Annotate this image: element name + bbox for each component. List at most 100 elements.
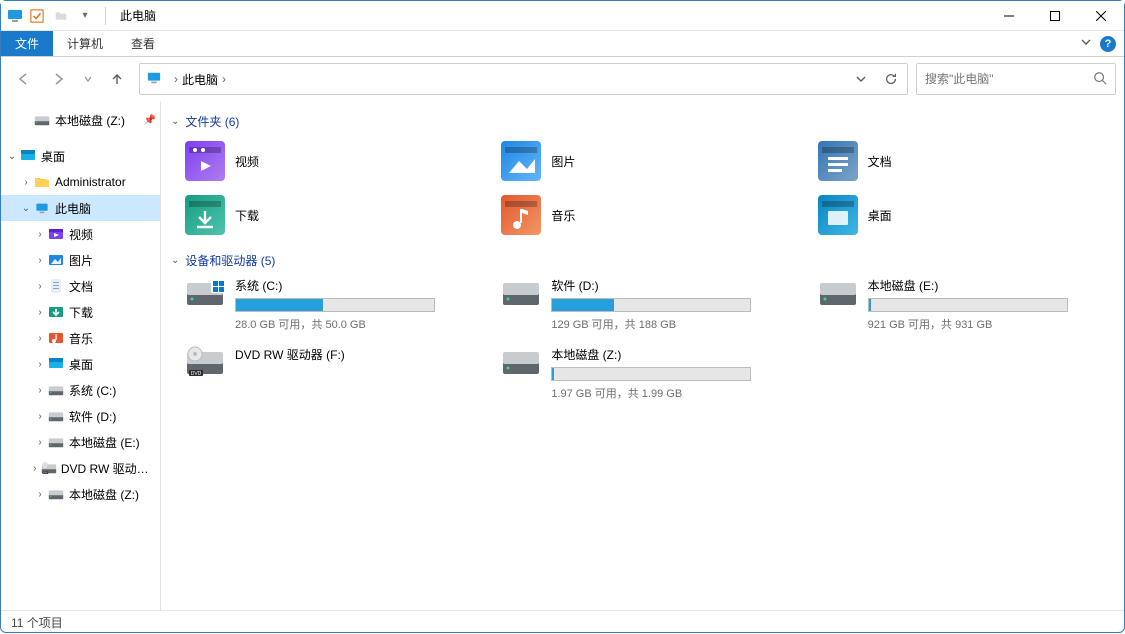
tree-item[interactable]: ⌄桌面 — [1, 143, 160, 169]
disk-icon — [47, 486, 65, 502]
refresh-button[interactable] — [879, 67, 903, 91]
folder-label: 图片 — [551, 153, 575, 170]
group-header-drives[interactable]: ⌄ 设备和驱动器 (5) — [171, 252, 1114, 269]
qat-chevron-icon[interactable]: ▾ — [75, 6, 95, 26]
tree-item[interactable]: › Administrator — [1, 169, 160, 195]
tree-item-label: 本地磁盘 (E:) — [69, 434, 140, 451]
help-icon[interactable]: ? — [1100, 36, 1116, 52]
history-chevron-icon[interactable] — [849, 67, 873, 91]
group-header-label: 文件夹 (6) — [185, 113, 239, 130]
folder-item[interactable]: 音乐 — [501, 192, 797, 238]
chevron-icon[interactable]: › — [33, 489, 47, 500]
drive-capacity-text: 1.97 GB 可用，共 1.99 GB — [551, 385, 797, 401]
drive-item[interactable]: 软件 (D:)129 GB 可用，共 188 GB — [501, 277, 797, 332]
drive-grid: 系统 (C:)28.0 GB 可用，共 50.0 GB 软件 (D:)129 GB… — [185, 277, 1114, 401]
window-controls — [986, 1, 1124, 31]
chevron-icon[interactable]: › — [33, 255, 47, 266]
recent-locations-button[interactable] — [81, 65, 95, 93]
drive-item[interactable]: 本地磁盘 (Z:)1.97 GB 可用，共 1.99 GB — [501, 346, 797, 401]
tree-item[interactable]: 本地磁盘 (Z:) 📌 — [1, 107, 160, 133]
disk-icon — [501, 277, 541, 309]
chevron-icon[interactable]: › — [33, 385, 47, 396]
chevron-icon[interactable]: › — [33, 333, 47, 344]
pc-icon — [144, 71, 164, 87]
disk-icon — [47, 408, 65, 424]
tree-item[interactable]: ›文档 — [1, 273, 160, 299]
chevron-icon[interactable]: ⌄ — [19, 203, 33, 214]
tree-item[interactable]: ⌄ 此电脑 — [1, 195, 160, 221]
separator — [105, 7, 106, 25]
chevron-icon[interactable]: › — [33, 437, 47, 448]
tree-item-label: Administrator — [55, 175, 126, 189]
capacity-bar — [551, 367, 751, 381]
chevron-icon[interactable]: › — [19, 177, 33, 188]
chevron-icon[interactable]: › — [29, 463, 41, 474]
back-button[interactable] — [9, 65, 37, 93]
downloads-icon — [185, 195, 225, 235]
forward-button[interactable] — [45, 65, 73, 93]
search-box[interactable] — [916, 63, 1116, 95]
tree-item[interactable]: ›下载 — [1, 299, 160, 325]
desktop-icon — [818, 195, 858, 235]
drive-item[interactable]: 本地磁盘 (E:)921 GB 可用，共 931 GB — [818, 277, 1114, 332]
chevron-down-icon[interactable]: ⌄ — [171, 255, 179, 266]
folder-item[interactable]: 桌面 — [818, 192, 1114, 238]
chevron-icon[interactable]: › — [33, 281, 47, 292]
pin-icon: 📌 — [144, 115, 156, 126]
drive-item[interactable]: DVDDVD RW 驱动器 (F:) — [185, 346, 481, 401]
address-bar[interactable]: › 此电脑 › — [139, 63, 908, 95]
disk-icon — [818, 277, 858, 309]
tree-item[interactable]: ›图片 — [1, 247, 160, 273]
tree-item[interactable]: ›视频 — [1, 221, 160, 247]
close-button[interactable] — [1078, 1, 1124, 31]
disk-icon — [47, 382, 65, 398]
folder-grid: 视频 图片 文档下载音乐 桌面 — [185, 138, 1114, 238]
videos-icon — [185, 141, 225, 181]
up-button[interactable] — [103, 65, 131, 93]
tab-view[interactable]: 查看 — [117, 31, 169, 56]
minimize-button[interactable] — [986, 1, 1032, 31]
tree-item[interactable]: ›软件 (D:) — [1, 403, 160, 429]
folder-item[interactable]: 文档 — [818, 138, 1114, 184]
tree-item[interactable]: ›桌面 — [1, 351, 160, 377]
chevron-icon[interactable]: › — [33, 229, 47, 240]
folder-icon[interactable] — [51, 6, 71, 26]
tree-item[interactable]: ›本地磁盘 (Z:) — [1, 481, 160, 507]
tab-computer[interactable]: 计算机 — [53, 31, 117, 56]
navigation-pane[interactable]: 本地磁盘 (Z:) 📌 ⌄桌面 › Administrator ⌄ 此电脑 ›视频›图片›文档… — [1, 101, 161, 610]
tree-item-label: 本地磁盘 (Z:) — [55, 112, 125, 129]
group-header-folders[interactable]: ⌄ 文件夹 (6) — [171, 113, 1114, 130]
disk-icon — [33, 112, 51, 128]
documents-icon — [47, 278, 65, 294]
maximize-button[interactable] — [1032, 1, 1078, 31]
tree-item[interactable]: › 音乐 — [1, 325, 160, 351]
chevron-icon[interactable]: › — [33, 359, 47, 370]
quick-access-save-icon[interactable] — [27, 6, 47, 26]
svg-text:DVD: DVD — [191, 371, 202, 377]
tree-item-label: 此电脑 — [55, 200, 91, 217]
folder-item[interactable]: 图片 — [501, 138, 797, 184]
search-icon[interactable] — [1093, 71, 1107, 88]
ribbon: 文件 计算机 查看 ? — [1, 31, 1124, 57]
chevron-icon[interactable]: › — [33, 307, 47, 318]
search-input[interactable] — [925, 72, 1093, 86]
tree-item-label: 音乐 — [69, 330, 93, 347]
chevron-right-icon[interactable]: › — [174, 72, 178, 86]
tree-item[interactable]: › 本地磁盘 (E:) — [1, 429, 160, 455]
drive-label: 本地磁盘 (E:) — [868, 277, 1114, 294]
drive-item[interactable]: 系统 (C:)28.0 GB 可用，共 50.0 GB — [185, 277, 481, 332]
tree-item[interactable]: ›DVDDVD RW 驱动器 (F:) — [1, 455, 160, 481]
tab-file[interactable]: 文件 — [1, 31, 53, 56]
ribbon-collapse-icon[interactable] — [1080, 36, 1092, 51]
folder-item[interactable]: 下载 — [185, 192, 481, 238]
chevron-icon[interactable]: ⌄ — [5, 151, 19, 162]
folder-label: 桌面 — [868, 207, 892, 224]
breadcrumb[interactable]: 此电脑 — [182, 71, 218, 88]
chevron-down-icon[interactable]: ⌄ — [171, 116, 179, 127]
chevron-right-icon[interactable]: › — [222, 72, 226, 86]
tree-item[interactable]: ›系统 (C:) — [1, 377, 160, 403]
content-pane[interactable]: ⌄ 文件夹 (6) 视频 图片 文档下载音乐 桌面 ⌄ 设备和驱动器 (5) 系统 (… — [161, 101, 1124, 610]
folder-item[interactable]: 视频 — [185, 138, 481, 184]
disk-win-icon — [185, 277, 225, 309]
chevron-icon[interactable]: › — [33, 411, 47, 422]
